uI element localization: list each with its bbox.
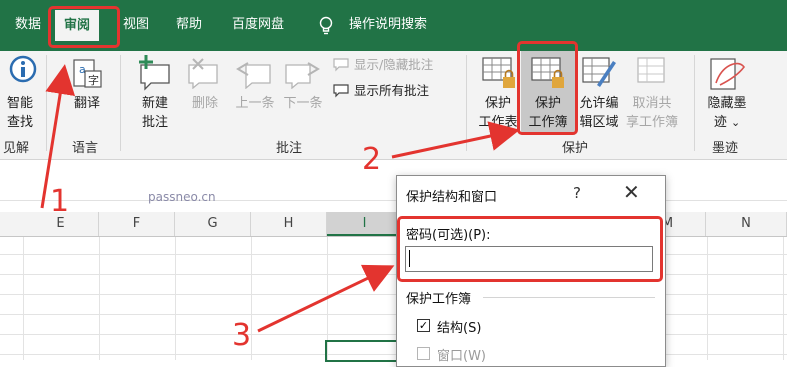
group-label-ink: 墨迹: [712, 141, 739, 156]
protect-sheet-label-2: 工作表: [478, 115, 518, 130]
protect-sheet-label-1: 保护: [484, 96, 511, 111]
watermark-text: passneo.cn: [148, 190, 216, 204]
next-comment-icon: [285, 62, 320, 89]
next-comment-button[interactable]: 下一条: [281, 94, 325, 113]
close-button[interactable]: ✕: [623, 180, 640, 204]
group-label-insights: 见解: [3, 141, 30, 156]
column-header-f[interactable]: F: [99, 212, 175, 236]
protect-workbook-section-label: 保护工作簿: [406, 292, 472, 307]
new-comment-label-1: 新建: [141, 96, 168, 111]
annotation-number-2: 2: [362, 142, 382, 177]
previous-comment-button[interactable]: 上一条: [233, 94, 277, 113]
tab-view[interactable]: 视图: [123, 14, 149, 36]
windows-label[interactable]: 窗口(W): [437, 345, 486, 364]
group-separator: [120, 55, 121, 151]
show-hide-comment-button[interactable]: 显示/隐藏批注: [354, 56, 433, 74]
new-comment-label-2: 批注: [141, 115, 168, 130]
tell-me-search[interactable]: 操作说明搜索: [349, 14, 427, 36]
ribbon: 智能 查找 见解 a 字 翻译 语言 新建 批注 删除 上一条 下一条 显示/隐…: [0, 51, 787, 160]
new-comment-button[interactable]: 新建 批注: [138, 94, 172, 132]
hide-ink-label-2-row: 迹 ⌄: [703, 113, 751, 132]
hide-ink-label-2: 迹: [713, 115, 727, 130]
group-label-language: 语言: [72, 141, 99, 156]
annotation-number-3: 3: [232, 318, 252, 353]
structure-checkbox[interactable]: ✓: [417, 319, 430, 332]
smart-lookup-label-2: 查找: [6, 115, 33, 130]
hide-ink-button[interactable]: 隐藏墨 迹 ⌄: [703, 94, 751, 132]
allow-edit-ranges-label-1: 允许编: [579, 96, 619, 111]
previous-comment-icon: [236, 62, 271, 89]
annotation-box-review-tab: [48, 6, 120, 48]
unshare-workbook-label-1: 取消共: [632, 96, 672, 111]
delete-comment-icon: [188, 58, 218, 89]
tab-baidu-netdisk[interactable]: 百度网盘: [232, 14, 284, 36]
column-header-row: E F G H I M N: [0, 212, 787, 237]
new-comment-icon: [139, 55, 170, 91]
active-cell[interactable]: [325, 340, 401, 362]
unshare-workbook-label-2: 享工作簿: [625, 115, 678, 130]
dialog-title: 保护结构和窗口: [406, 190, 498, 205]
smart-lookup-label-1: 智能: [6, 96, 33, 111]
svg-text:字: 字: [88, 73, 99, 87]
section-divider: [483, 297, 655, 298]
smart-lookup-icon: [9, 55, 37, 83]
annotation-box-password: [397, 216, 663, 282]
tab-data[interactable]: 数据: [15, 14, 41, 36]
group-label-protect: 保护: [562, 141, 589, 156]
hide-ink-label-1: 隐藏墨: [707, 96, 747, 111]
protect-sheet-icon: [482, 57, 515, 88]
annotation-number-1: 1: [50, 184, 70, 219]
structure-label[interactable]: 结构(S): [437, 317, 481, 336]
windows-checkbox[interactable]: [417, 347, 430, 360]
protect-sheet-button[interactable]: 保护 工作表: [476, 94, 520, 132]
smart-lookup-button[interactable]: 智能 查找: [3, 94, 37, 132]
hide-ink-icon: [710, 58, 746, 90]
unshare-workbook-icon: [637, 57, 665, 83]
translate-button[interactable]: 翻译: [70, 94, 104, 113]
group-separator: [46, 55, 47, 151]
column-header-g[interactable]: G: [175, 212, 251, 236]
annotation-box-protect-workbook: [517, 41, 578, 135]
help-button[interactable]: ?: [573, 184, 581, 202]
group-label-comments: 批注: [276, 141, 303, 156]
column-header-n[interactable]: N: [706, 212, 787, 236]
allow-edit-ranges-label-2: 辑区域: [579, 115, 619, 130]
group-separator: [466, 55, 467, 151]
allow-edit-ranges-button[interactable]: 允许编 辑区域: [577, 94, 621, 132]
column-header-i[interactable]: I: [327, 212, 403, 236]
show-all-comments-button[interactable]: 显示所有批注: [354, 82, 429, 100]
translate-icon: a 字: [73, 59, 102, 88]
lightbulb-icon[interactable]: [318, 16, 334, 36]
group-separator: [694, 55, 695, 151]
unshare-workbook-button[interactable]: 取消共 享工作簿: [623, 94, 681, 132]
show-hide-comment-icon: [333, 58, 349, 72]
chevron-down-icon: ⌄: [730, 116, 741, 129]
delete-comment-button[interactable]: 删除: [188, 94, 222, 113]
column-header-h[interactable]: H: [251, 212, 327, 236]
tab-help[interactable]: 帮助: [176, 14, 202, 36]
show-all-comments-icon: [333, 84, 349, 98]
formula-bar-area: [0, 160, 787, 201]
allow-edit-ranges-icon: [582, 57, 616, 87]
